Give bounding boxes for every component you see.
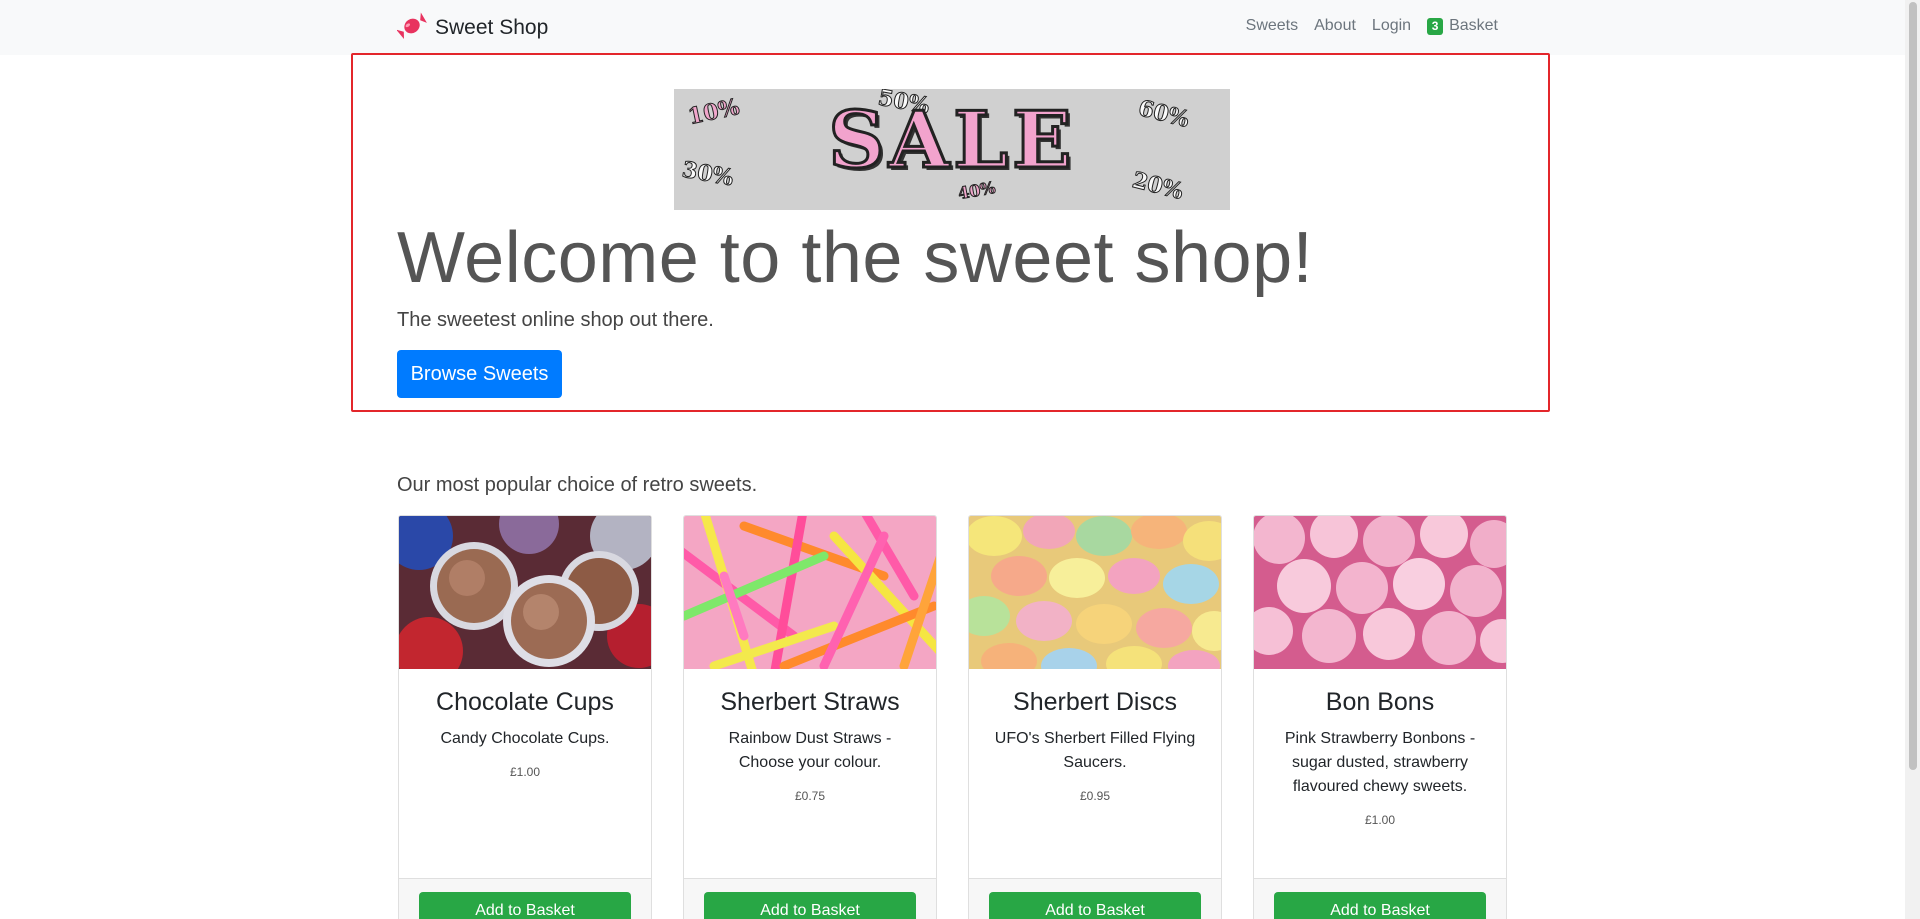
nav-links: Sweets About Login 3 Basket bbox=[1246, 17, 1498, 35]
product-image-sherbert-discs[interactable] bbox=[969, 516, 1221, 669]
product-card: Chocolate Cups Candy Chocolate Cups. £1.… bbox=[398, 515, 652, 919]
product-card-footer: Add to Basket bbox=[684, 878, 936, 919]
product-price: £0.95 bbox=[1079, 789, 1111, 803]
product-description: Pink Strawberry Bonbons - sugar dusted, … bbox=[1284, 730, 1476, 795]
hero-title: Welcome to the sweet shop! bbox=[397, 218, 1314, 298]
navbar: Sweet Shop Sweets About Login 3 Basket bbox=[0, 0, 1905, 55]
product-card-body: Bon Bons Pink Strawberry Bonbons - sugar… bbox=[1254, 669, 1506, 827]
add-to-basket-button[interactable]: Add to Basket bbox=[419, 892, 631, 919]
product-description: Candy Chocolate Cups. bbox=[440, 730, 610, 747]
product-card-body: Sherbert Straws Rainbow Dust Straws - Ch… bbox=[684, 669, 936, 803]
product-card: Sherbert Discs UFO's Sherbert Filled Fly… bbox=[968, 515, 1222, 919]
product-name: Sherbert Straws bbox=[720, 688, 900, 716]
product-card: Bon Bons Pink Strawberry Bonbons - sugar… bbox=[1253, 515, 1507, 919]
candy-icon bbox=[396, 11, 427, 46]
page-scrollbar[interactable] bbox=[1905, 0, 1920, 919]
browse-sweets-button[interactable]: Browse Sweets bbox=[397, 350, 562, 398]
product-card-body: Sherbert Discs UFO's Sherbert Filled Fly… bbox=[969, 669, 1221, 803]
product-name: Chocolate Cups bbox=[436, 688, 614, 716]
product-card-body: Chocolate Cups Candy Chocolate Cups. £1.… bbox=[399, 669, 651, 779]
product-description: Rainbow Dust Straws - Choose your colour… bbox=[728, 730, 892, 771]
sale-banner-image: 10% 50% 60% 30% 40% 20% SALE bbox=[674, 89, 1230, 210]
nav-link-sweets[interactable]: Sweets bbox=[1246, 17, 1298, 35]
basket-count-badge: 3 bbox=[1427, 17, 1444, 35]
product-price: £1.00 bbox=[509, 765, 541, 779]
product-image-bon-bons[interactable] bbox=[1254, 516, 1506, 669]
banner-sale-word: SALE bbox=[827, 94, 1076, 188]
product-name: Bon Bons bbox=[1325, 688, 1435, 716]
page: Sweet Shop Sweets About Login 3 Basket 1… bbox=[0, 0, 1920, 919]
product-description: UFO's Sherbert Filled Flying Saucers. bbox=[994, 730, 1196, 771]
product-card-footer: Add to Basket bbox=[399, 878, 651, 919]
product-price: £0.75 bbox=[794, 789, 826, 803]
nav-link-about[interactable]: About bbox=[1314, 17, 1356, 35]
popular-heading: Our most popular choice of retro sweets. bbox=[397, 474, 758, 496]
add-to-basket-button[interactable]: Add to Basket bbox=[989, 892, 1201, 919]
brand-link[interactable]: Sweet Shop bbox=[396, 11, 549, 46]
product-image-sherbert-straws[interactable] bbox=[684, 516, 936, 669]
product-card: Sherbert Straws Rainbow Dust Straws - Ch… bbox=[683, 515, 937, 919]
hero-lead: The sweetest online shop out there. bbox=[397, 309, 714, 331]
product-name: Sherbert Discs bbox=[1013, 688, 1177, 716]
product-image-chocolate-cups[interactable] bbox=[399, 516, 651, 669]
basket-label: Basket bbox=[1449, 17, 1498, 34]
add-to-basket-button[interactable]: Add to Basket bbox=[704, 892, 916, 919]
product-card-footer: Add to Basket bbox=[969, 878, 1221, 919]
product-card-footer: Add to Basket bbox=[1254, 878, 1506, 919]
add-to-basket-button[interactable]: Add to Basket bbox=[1274, 892, 1486, 919]
scrollbar-thumb[interactable] bbox=[1909, 2, 1917, 770]
brand-name: Sweet Shop bbox=[435, 16, 549, 39]
nav-link-basket[interactable]: 3 Basket bbox=[1427, 17, 1498, 35]
product-price: £1.00 bbox=[1364, 813, 1396, 827]
nav-link-login[interactable]: Login bbox=[1372, 17, 1411, 35]
